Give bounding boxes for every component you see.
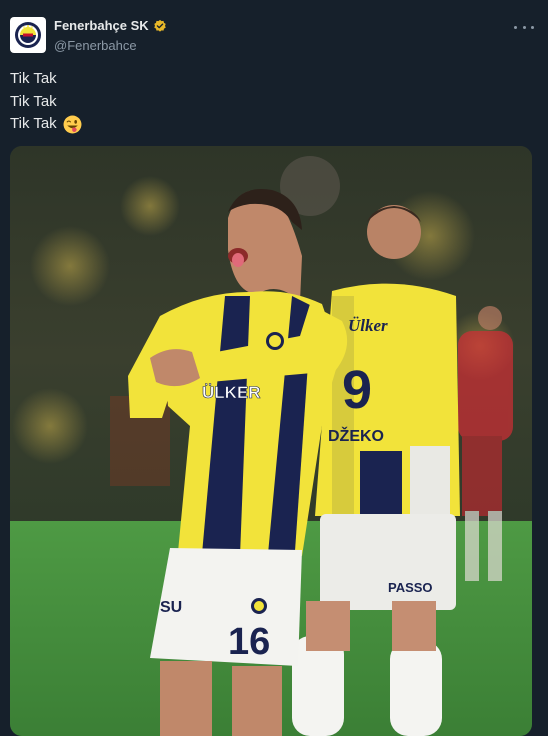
tweet-header: Fenerbahçe SK @Fenerbahce xyxy=(10,16,538,56)
more-dot xyxy=(522,25,526,29)
tweet-line: Tik Tak xyxy=(10,68,82,91)
shorts-kit-sponsor: SU xyxy=(160,599,182,616)
tweet-line-text: Tik Tak xyxy=(10,115,57,132)
jersey-sponsor-back: Ülker xyxy=(348,316,388,335)
jersey-number-9: 9 xyxy=(342,360,372,420)
shorts-number-16: 16 xyxy=(228,621,270,663)
more-dot xyxy=(514,25,517,29)
fenerbahce-crest-icon xyxy=(15,22,41,48)
name-row: Fenerbahçe SK xyxy=(54,18,167,33)
winking-face-with-tongue-emoji xyxy=(63,115,82,134)
more-options-icon[interactable] xyxy=(514,20,534,34)
shorts-text: PASSO xyxy=(388,580,433,595)
match-photo: 9 DŽEKO Ülker PASSO ÜLKER SU 16 xyxy=(10,146,532,736)
tweet-photo[interactable]: 9 DŽEKO Ülker PASSO ÜLKER SU 16 xyxy=(10,146,532,736)
jersey-name-dzeko: DŽEKO xyxy=(328,426,384,445)
jersey-sponsor-front: ÜLKER xyxy=(202,383,261,402)
verified-badge-icon xyxy=(153,19,166,32)
tweet-line-text: Tik Tak xyxy=(10,70,57,87)
tweet-text: Tik Tak Tik Tak Tik Tak xyxy=(10,68,82,136)
display-name[interactable]: Fenerbahçe SK xyxy=(54,18,149,33)
avatar[interactable] xyxy=(10,17,46,53)
handle[interactable]: @Fenerbahce xyxy=(54,38,137,53)
tweet-line-text: Tik Tak xyxy=(10,92,57,110)
tweet-line: Tik Tak xyxy=(10,91,82,114)
more-dot xyxy=(531,25,534,29)
tweet-line: Tik Tak xyxy=(10,113,82,136)
